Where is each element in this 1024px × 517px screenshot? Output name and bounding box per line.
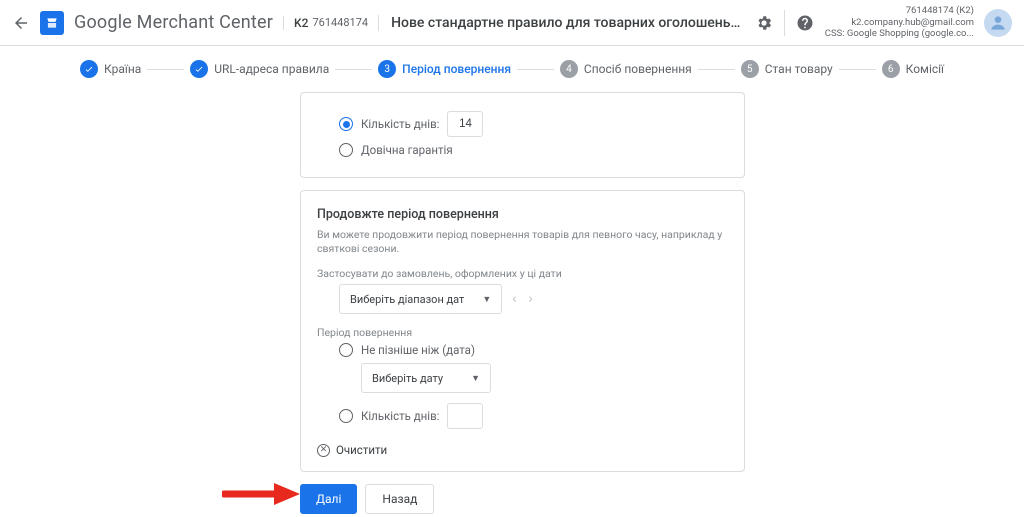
account-css-line: CSS: Google Shopping (google.co... bbox=[825, 28, 974, 40]
date-range-value: Виберіть діапазон дат bbox=[350, 293, 464, 306]
app-title: Google Merchant Center bbox=[74, 12, 273, 33]
app-logo-icon bbox=[40, 11, 64, 35]
account-chip-label: K2 bbox=[294, 16, 308, 30]
step-return-period[interactable]: 3 Період повернення bbox=[378, 60, 511, 78]
step-return-method[interactable]: 4 Спосіб повернення bbox=[560, 60, 692, 78]
back-button[interactable]: Назад bbox=[365, 484, 434, 514]
chevron-left-icon[interactable]: ‹ bbox=[512, 291, 516, 307]
radio-extend-days[interactable] bbox=[339, 409, 353, 423]
page-title: Нове стандартне правило для товарних ого… bbox=[378, 15, 744, 31]
help-icon[interactable] bbox=[795, 13, 815, 33]
account-chip[interactable]: K2 761448174 bbox=[283, 16, 368, 30]
step-number: 3 bbox=[378, 60, 396, 78]
chevron-right-icon[interactable]: › bbox=[529, 291, 533, 307]
return-period-label: Період повернення bbox=[317, 326, 728, 339]
date-pager: ‹ › bbox=[512, 291, 532, 307]
date-select[interactable]: Виберіть дату ▼ bbox=[361, 363, 491, 393]
lifetime-label: Довічна гарантія bbox=[361, 143, 453, 157]
gear-icon[interactable] bbox=[754, 13, 774, 33]
step-label: Країна bbox=[104, 62, 141, 76]
date-range-select[interactable]: Виберіть діапазон дат ▼ bbox=[339, 284, 502, 314]
step-label: Стан товару bbox=[765, 62, 833, 76]
date-value: Виберіть дату bbox=[372, 372, 443, 385]
extend-days-input[interactable] bbox=[447, 403, 483, 429]
radio-not-later-than[interactable] bbox=[339, 343, 353, 357]
stepper: Країна URL-адреса правила 3 Період повер… bbox=[60, 52, 964, 86]
clear-icon: ✕ bbox=[317, 444, 330, 457]
check-icon bbox=[84, 64, 94, 74]
step-number: 4 bbox=[560, 60, 578, 78]
days-input[interactable] bbox=[447, 111, 483, 137]
step-label: URL-адреса правила bbox=[214, 62, 329, 76]
step-fees[interactable]: 6 Комісії bbox=[882, 60, 944, 78]
clear-button[interactable]: ✕ Очистити bbox=[317, 443, 728, 457]
form-content: Кількість днів: Довічна гарантія Продовж… bbox=[300, 92, 745, 472]
account-id-line: 761448174 (K2) bbox=[825, 5, 974, 17]
radio-days[interactable] bbox=[339, 117, 353, 131]
step-label: Спосіб повернення bbox=[584, 62, 692, 76]
wizard-buttons: Далі Назад bbox=[300, 484, 1024, 514]
extend-return-card: Продовжте період повернення Ви можете пр… bbox=[300, 190, 745, 472]
annotation-arrow-icon bbox=[222, 481, 302, 507]
apply-dates-label: Застосувати до замовлень, оформлених у ц… bbox=[317, 267, 728, 280]
step-number: 6 bbox=[882, 60, 900, 78]
step-item-condition[interactable]: 5 Стан товару bbox=[741, 60, 833, 78]
radio-lifetime[interactable] bbox=[339, 143, 353, 157]
caret-down-icon: ▼ bbox=[482, 294, 491, 305]
not-later-label: Не пізніше ніж (дата) bbox=[361, 343, 475, 357]
avatar[interactable] bbox=[984, 9, 1012, 37]
extend-days-label: Кількість днів: bbox=[361, 409, 439, 423]
extend-subtitle: Ви можете продовжити період повернення т… bbox=[317, 228, 728, 255]
days-label: Кількість днів: bbox=[361, 117, 439, 131]
arrow-left-icon bbox=[12, 14, 30, 32]
step-country[interactable]: Країна bbox=[80, 60, 141, 78]
account-chip-id: 761448174 bbox=[312, 16, 368, 29]
account-email-line: k2.company.hub@gmail.com bbox=[825, 17, 974, 29]
header-actions: 761448174 (K2) k2.company.hub@gmail.com … bbox=[754, 5, 1012, 41]
clear-label: Очистити bbox=[336, 443, 387, 457]
caret-down-icon: ▼ bbox=[471, 373, 480, 384]
extend-title: Продовжте період повернення bbox=[317, 207, 728, 222]
account-info: 761448174 (K2) k2.company.hub@gmail.com … bbox=[825, 5, 974, 41]
step-label: Період повернення bbox=[402, 62, 511, 76]
app-header: Google Merchant Center K2 761448174 Нове… bbox=[0, 0, 1024, 46]
step-number: 5 bbox=[741, 60, 759, 78]
return-window-card: Кількість днів: Довічна гарантія bbox=[300, 92, 745, 178]
step-url[interactable]: URL-адреса правила bbox=[190, 60, 329, 78]
next-button[interactable]: Далі bbox=[300, 484, 357, 514]
back-button[interactable] bbox=[12, 14, 30, 32]
step-label: Комісії bbox=[906, 62, 944, 76]
divider bbox=[784, 10, 785, 36]
check-icon bbox=[194, 64, 204, 74]
